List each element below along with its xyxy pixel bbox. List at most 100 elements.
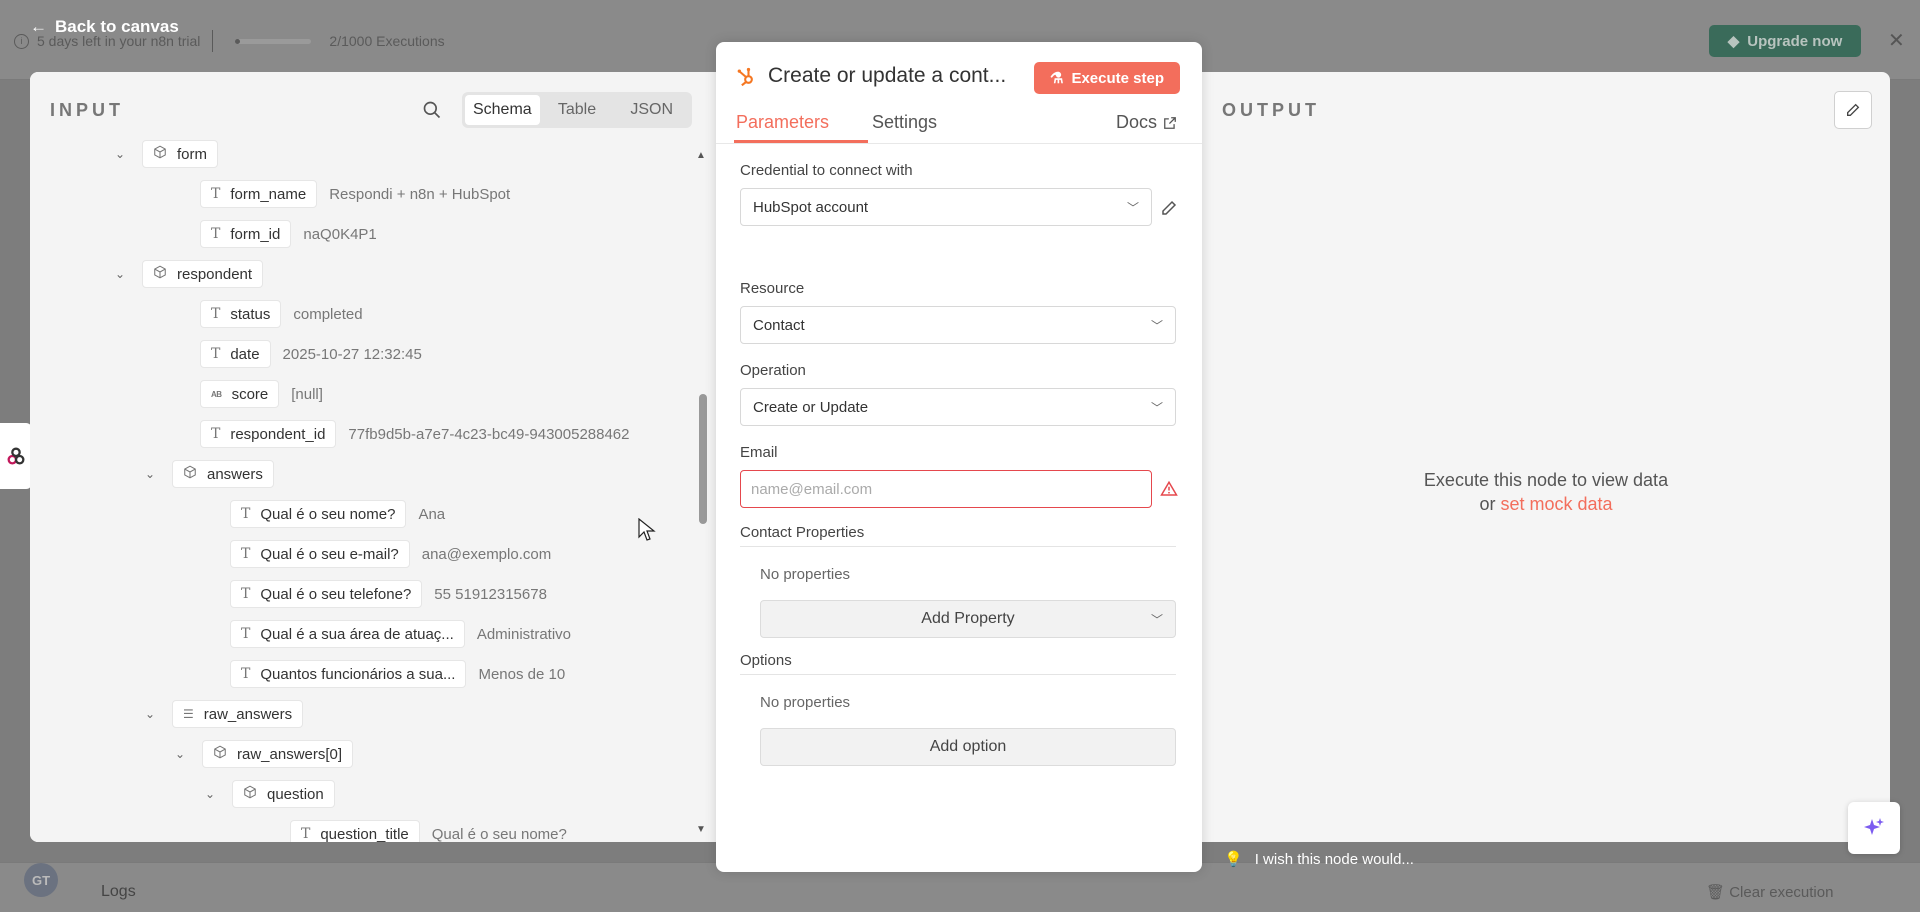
back-to-canvas-button[interactable]: ← Back to canvas bbox=[30, 17, 179, 37]
schema-value: Menos de 10 bbox=[478, 665, 566, 683]
string-type-icon: T bbox=[241, 666, 251, 682]
resource-select[interactable]: Contact ﹀ bbox=[740, 306, 1176, 344]
tree-row: raw_answers[0] bbox=[202, 740, 354, 768]
schema-key[interactable]: respondent bbox=[142, 260, 264, 288]
webhook-node-tab[interactable] bbox=[0, 423, 32, 489]
tree-row: T Qual é o seu nome? Ana bbox=[230, 500, 445, 528]
schema-value: naQ0K4P1 bbox=[303, 225, 377, 243]
tab-settings[interactable]: Settings bbox=[872, 112, 937, 133]
logs-label[interactable]: Logs bbox=[101, 883, 136, 901]
pencil-icon[interactable] bbox=[1160, 199, 1178, 217]
upgrade-button[interactable]: ◆ Upgrade now bbox=[1709, 25, 1861, 57]
cube-type-icon bbox=[153, 145, 167, 163]
scroll-up-icon[interactable]: ▲ bbox=[696, 150, 706, 161]
schema-key-label: raw_answers[0] bbox=[237, 745, 343, 763]
view-table[interactable]: Table bbox=[540, 95, 615, 125]
chevron-down-icon[interactable]: ⌄ bbox=[112, 146, 128, 162]
view-schema[interactable]: Schema bbox=[465, 95, 540, 125]
schema-key[interactable]: T Qual é a sua área de atuaç... bbox=[230, 620, 465, 648]
schema-key[interactable]: Tform_name bbox=[200, 180, 318, 208]
schema-key[interactable]: T Qual é o seu e-mail? bbox=[230, 540, 410, 568]
string-type-icon: T bbox=[241, 626, 251, 642]
executions-count: 2/1000 Executions bbox=[329, 33, 445, 49]
input-scrollbar[interactable]: ▲ ▼ bbox=[696, 150, 710, 840]
chevron-down-icon[interactable]: ⌄ bbox=[112, 266, 128, 282]
schema-key[interactable]: Tform_id bbox=[200, 220, 292, 248]
list-type-icon: ☰ bbox=[183, 707, 194, 721]
schema-key[interactable]: Tstatus bbox=[200, 300, 282, 328]
tree-row: T Qual é a sua área de atuaç... Administra… bbox=[230, 620, 571, 648]
clear-execution-button[interactable]: 🗑 Clear execution bbox=[1706, 883, 1833, 901]
schema-key-label: score bbox=[231, 385, 269, 403]
options-heading: Options bbox=[740, 652, 792, 669]
tree-row: T Qual é o seu e-mail? ana@exemplo.com bbox=[230, 540, 551, 568]
schema-key[interactable]: Trespondent_id bbox=[200, 420, 337, 448]
chevron-down-icon[interactable]: ⌄ bbox=[202, 786, 218, 802]
ai-assistant-button[interactable] bbox=[1848, 802, 1900, 854]
view-json[interactable]: JSON bbox=[614, 95, 689, 125]
tree-row: question bbox=[232, 780, 335, 808]
schema-key[interactable]: T Qual é o seu nome? bbox=[230, 500, 407, 528]
schema-key-label: question bbox=[267, 785, 324, 803]
mouse-cursor-icon bbox=[638, 518, 656, 541]
tree-row: Trespondent_id 77fb9d5b-a7e7-4c23-bc49-94… bbox=[200, 420, 630, 448]
schema-key[interactable]: Tdate bbox=[200, 340, 271, 368]
string-type-icon: T bbox=[241, 586, 251, 602]
schema-key[interactable]: question bbox=[232, 780, 335, 808]
schema-key-label: Qual é o seu e-mail? bbox=[260, 545, 399, 563]
tab-parameters[interactable]: Parameters bbox=[736, 112, 829, 133]
schema-key[interactable]: form bbox=[142, 140, 218, 168]
tree-row: Tdate 2025-10-27 12:32:45 bbox=[200, 340, 422, 368]
schema-key[interactable]: ☰ raw_answers bbox=[172, 700, 304, 728]
schema-key[interactable]: T Qual é o seu telefone? bbox=[230, 580, 423, 608]
lightbulb-icon: 💡 bbox=[1224, 851, 1243, 868]
tree-row: AB score [null] bbox=[200, 380, 323, 408]
schema-value: ana@exemplo.com bbox=[421, 545, 552, 563]
search-icon[interactable] bbox=[422, 100, 442, 120]
add-option-button[interactable]: Add option bbox=[760, 728, 1176, 766]
operation-label: Operation bbox=[740, 362, 806, 379]
credential-label: Credential to connect with bbox=[740, 162, 913, 179]
email-label: Email bbox=[740, 444, 778, 461]
output-title: OUTPUT bbox=[1222, 100, 1320, 120]
schema-key[interactable]: Tquestion_title bbox=[290, 820, 420, 842]
flask-icon: ⚗ bbox=[1050, 70, 1064, 87]
scroll-down-icon[interactable]: ▼ bbox=[696, 824, 706, 835]
scroll-thumb[interactable] bbox=[699, 394, 707, 524]
schema-key[interactable]: raw_answers[0] bbox=[202, 740, 354, 768]
schema-key[interactable]: answers bbox=[172, 460, 274, 488]
schema-key[interactable]: AB score bbox=[200, 380, 280, 408]
chevron-down-icon[interactable]: ⌄ bbox=[172, 746, 188, 762]
edit-output-button[interactable] bbox=[1834, 91, 1872, 129]
chevron-down-icon: ﹀ bbox=[1150, 318, 1163, 333]
close-icon[interactable]: ✕ bbox=[1888, 28, 1905, 53]
schema-key[interactable]: T Quantos funcionários a sua... bbox=[230, 660, 467, 688]
executions-progress bbox=[235, 38, 312, 44]
docs-link[interactable]: Docs bbox=[1116, 112, 1177, 133]
options-empty: No properties bbox=[760, 694, 851, 711]
add-property-button[interactable]: Add Property ﹀ bbox=[760, 600, 1176, 638]
chevron-down-icon[interactable]: ⌄ bbox=[142, 466, 158, 482]
string-type-icon: T bbox=[211, 346, 221, 362]
schema-value: 2025-10-27 12:32:45 bbox=[282, 345, 422, 363]
credential-select[interactable]: HubSpot account ﹀ bbox=[740, 188, 1152, 226]
contact-properties-heading: Contact Properties bbox=[740, 524, 865, 541]
operation-select[interactable]: Create or Update ﹀ bbox=[740, 388, 1176, 426]
schema-key-label: Qual é o seu telefone? bbox=[260, 585, 412, 603]
schema-key-label: date bbox=[230, 345, 260, 363]
schema-key-label: Quantos funcionários a sua... bbox=[260, 665, 456, 683]
set-mock-data-link[interactable]: set mock data bbox=[1500, 494, 1612, 514]
chevron-down-icon[interactable]: ⌄ bbox=[142, 706, 158, 722]
tree-row: T Quantos funcionários a sua... Menos de 1… bbox=[230, 660, 565, 688]
tree-row: form bbox=[142, 140, 218, 168]
chevron-down-icon: ﹀ bbox=[1150, 400, 1163, 415]
execute-step-button[interactable]: ⚗ Execute step bbox=[1034, 62, 1180, 94]
tree-row: Tstatus completed bbox=[200, 300, 363, 328]
node-title[interactable]: Create or update a cont... bbox=[768, 64, 1006, 88]
tree-row: answers bbox=[172, 460, 274, 488]
schema-key-label: respondent bbox=[177, 265, 253, 283]
avatar[interactable]: GT bbox=[24, 863, 58, 897]
email-field[interactable]: name@email.com bbox=[740, 470, 1152, 508]
feedback-prompt[interactable]: 💡 I wish this node would... bbox=[1224, 850, 1414, 869]
schema-value: Respondi + n8n + HubSpot bbox=[329, 185, 511, 203]
